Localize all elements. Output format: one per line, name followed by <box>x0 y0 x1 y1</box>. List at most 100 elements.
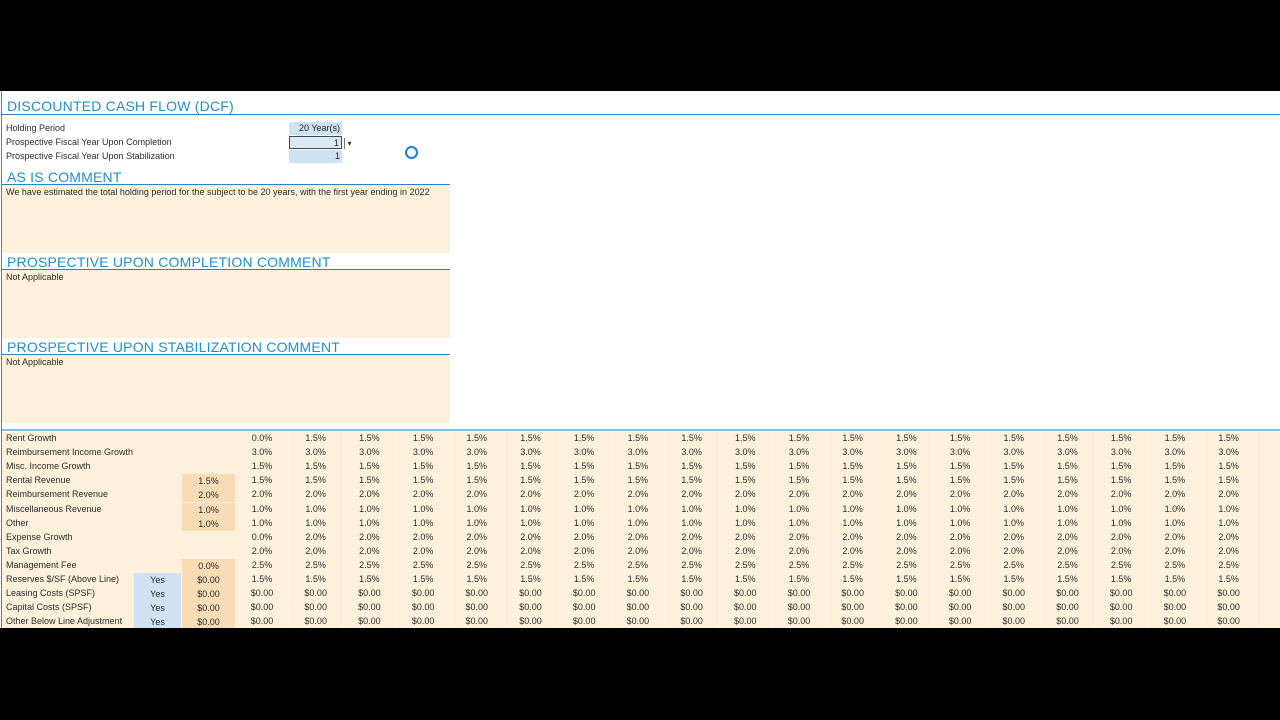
completion-year-input[interactable]: 1 <box>289 136 342 149</box>
year-value-cell[interactable]: 2.0% <box>935 489 985 499</box>
year-value-cell[interactable]: 2.0% <box>398 546 448 556</box>
year-value-cell[interactable]: 1.0% <box>1043 518 1093 528</box>
year-value-cell[interactable]: 2.0% <box>935 532 985 542</box>
year-value-cell[interactable]: 2.0% <box>344 546 394 556</box>
year-value-cell[interactable]: 2.0% <box>344 532 394 542</box>
year-value-cell[interactable]: 3.0% <box>1150 447 1200 457</box>
year-value-cell[interactable]: 1.5% <box>935 461 985 471</box>
year-value-cell[interactable]: 1.0% <box>613 518 663 528</box>
year-value-cell[interactable]: 2.0% <box>452 489 502 499</box>
year-value-cell[interactable]: 1.5% <box>1043 574 1093 584</box>
year-value-cell[interactable]: 1.5% <box>1096 433 1146 443</box>
year-value-cell[interactable]: 3.0% <box>291 447 341 457</box>
year-value-cell[interactable]: 1.0% <box>398 504 448 514</box>
base-value-cell[interactable]: $0.00 <box>182 615 235 628</box>
year-value-cell[interactable]: 1.5% <box>667 433 717 443</box>
year-value-cell[interactable]: 1.5% <box>667 475 717 485</box>
year-value-cell[interactable]: 1.0% <box>774 504 824 514</box>
year-value-cell[interactable]: 2.0% <box>1204 489 1254 499</box>
year-value-cell[interactable]: 2.5% <box>667 560 717 570</box>
year-value-cell[interactable]: 2.5% <box>774 560 824 570</box>
year-value-cell[interactable]: 2.0% <box>935 546 985 556</box>
year-value-cell[interactable]: 2.0% <box>1204 532 1254 542</box>
year-value-cell[interactable]: 2.0% <box>1096 489 1146 499</box>
year-value-cell[interactable]: 1.0% <box>452 504 502 514</box>
year-value-cell[interactable]: $0.00 <box>237 616 287 626</box>
year-value-cell[interactable]: $0.00 <box>344 616 394 626</box>
year-value-cell[interactable]: 1.5% <box>1150 433 1200 443</box>
year-value-cell[interactable]: 1.0% <box>667 504 717 514</box>
year-value-cell[interactable]: $0.00 <box>506 588 556 598</box>
year-value-cell[interactable]: 1.0% <box>1204 518 1254 528</box>
holding-period-input[interactable]: 20 Year(s) <box>289 122 342 135</box>
year-value-cell[interactable]: 2.0% <box>720 546 770 556</box>
year-value-cell[interactable]: 1.0% <box>506 518 556 528</box>
year-value-cell[interactable]: 2.0% <box>1096 532 1146 542</box>
year-value-cell[interactable]: 2.5% <box>935 560 985 570</box>
year-value-cell[interactable]: 3.0% <box>828 447 878 457</box>
year-value-cell[interactable]: 2.0% <box>291 532 341 542</box>
year-value-cell[interactable]: 1.5% <box>344 574 394 584</box>
year-value-cell[interactable]: 1.5% <box>613 475 663 485</box>
year-value-cell[interactable]: 1.0% <box>720 504 770 514</box>
year-value-cell[interactable]: 3.0% <box>935 447 985 457</box>
year-value-cell[interactable]: 2.5% <box>452 560 502 570</box>
year-value-cell[interactable]: 2.0% <box>667 489 717 499</box>
year-value-cell[interactable]: 2.5% <box>989 560 1039 570</box>
year-value-cell[interactable]: $0.00 <box>344 588 394 598</box>
year-value-cell[interactable]: 3.0% <box>667 447 717 457</box>
year-value-cell[interactable]: $0.00 <box>720 602 770 612</box>
stabilization-year-input[interactable]: 1 <box>289 150 342 163</box>
year-value-cell[interactable]: 1.5% <box>989 475 1039 485</box>
year-value-cell[interactable]: $0.00 <box>1204 616 1254 626</box>
year-value-cell[interactable]: 1.5% <box>774 433 824 443</box>
year-value-cell[interactable]: 3.0% <box>1043 447 1093 457</box>
year-value-cell[interactable]: 1.0% <box>452 518 502 528</box>
year-value-cell[interactable]: 3.0% <box>881 447 931 457</box>
year-value-cell[interactable]: 2.5% <box>506 560 556 570</box>
year-value-cell[interactable]: 2.0% <box>344 489 394 499</box>
year-value-cell[interactable]: 2.0% <box>559 546 609 556</box>
year-value-cell[interactable]: 2.5% <box>344 560 394 570</box>
year-value-cell[interactable]: 1.5% <box>881 461 931 471</box>
year-value-cell[interactable]: 2.0% <box>989 489 1039 499</box>
year-value-cell[interactable]: 2.5% <box>237 560 287 570</box>
year-value-cell[interactable]: $0.00 <box>291 602 341 612</box>
year-value-cell[interactable]: $0.00 <box>237 602 287 612</box>
year-value-cell[interactable]: 2.0% <box>774 489 824 499</box>
year-value-cell[interactable]: $0.00 <box>667 588 717 598</box>
year-value-cell[interactable]: 2.0% <box>1043 546 1093 556</box>
year-value-cell[interactable]: 1.5% <box>613 574 663 584</box>
year-value-cell[interactable]: 1.5% <box>452 433 502 443</box>
year-value-cell[interactable]: 1.5% <box>506 461 556 471</box>
year-value-cell[interactable]: $0.00 <box>613 616 663 626</box>
year-value-cell[interactable]: 1.5% <box>828 574 878 584</box>
year-value-cell[interactable]: 1.5% <box>881 433 931 443</box>
year-value-cell[interactable]: 1.0% <box>1096 504 1146 514</box>
year-value-cell[interactable]: $0.00 <box>1043 602 1093 612</box>
year-value-cell[interactable]: 1.0% <box>989 504 1039 514</box>
year-value-cell[interactable]: 1.5% <box>1204 574 1254 584</box>
year-value-cell[interactable]: $0.00 <box>613 588 663 598</box>
year-value-cell[interactable]: 2.0% <box>720 489 770 499</box>
year-value-cell[interactable]: $0.00 <box>452 602 502 612</box>
year-value-cell[interactable]: 2.0% <box>237 489 287 499</box>
year-value-cell[interactable]: 2.0% <box>881 546 931 556</box>
year-value-cell[interactable]: 2.0% <box>667 546 717 556</box>
year-value-cell[interactable]: $0.00 <box>881 616 931 626</box>
year-value-cell[interactable]: $0.00 <box>881 588 931 598</box>
year-value-cell[interactable]: 2.0% <box>1150 489 1200 499</box>
year-value-cell[interactable]: 1.5% <box>881 574 931 584</box>
year-value-cell[interactable]: 1.5% <box>398 574 448 584</box>
year-value-cell[interactable]: 2.0% <box>1150 546 1200 556</box>
year-value-cell[interactable]: $0.00 <box>828 616 878 626</box>
year-value-cell[interactable]: 1.5% <box>613 433 663 443</box>
year-value-cell[interactable]: $0.00 <box>1043 616 1093 626</box>
year-value-cell[interactable]: 3.0% <box>1204 447 1254 457</box>
year-value-cell[interactable]: $0.00 <box>774 602 824 612</box>
year-value-cell[interactable]: 3.0% <box>452 447 502 457</box>
year-value-cell[interactable]: 2.0% <box>881 489 931 499</box>
year-value-cell[interactable]: 2.0% <box>881 532 931 542</box>
year-value-cell[interactable]: 3.0% <box>559 447 609 457</box>
year-value-cell[interactable]: 1.5% <box>667 574 717 584</box>
